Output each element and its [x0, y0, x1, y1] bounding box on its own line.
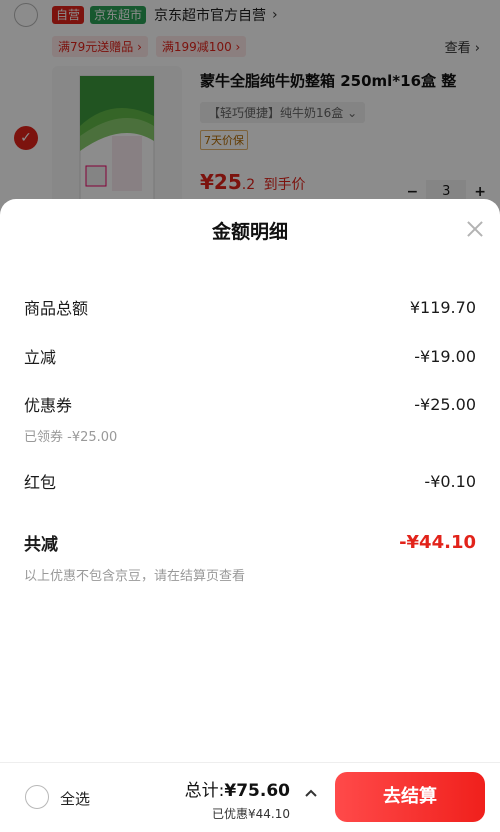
total-price: 总计:¥75.60: [185, 776, 290, 801]
total-reduce-row: 共减 -¥44.10: [24, 530, 476, 555]
saved-amount: 已优惠¥44.10: [212, 805, 290, 822]
amount-detail-sheet: 金额明细 商品总额 ¥119.70 立减 -¥19.00 优惠券 -¥25.00…: [0, 199, 500, 832]
red-packet-row: 红包 -¥0.10: [24, 469, 476, 493]
select-all-radio[interactable]: [25, 785, 49, 809]
checkout-button[interactable]: 去结算: [335, 772, 485, 822]
sheet-title: 金额明细: [211, 221, 288, 243]
instant-discount-label: 立减: [24, 348, 57, 367]
total-reduce-label: 共减: [24, 535, 58, 555]
select-all-label[interactable]: 全选: [60, 788, 90, 809]
total-reduce-value: -¥44.10: [399, 532, 476, 553]
goods-total-value: ¥119.70: [409, 297, 476, 317]
goods-total-label: 商品总额: [24, 299, 89, 318]
saved-label: 已优惠: [211, 807, 248, 821]
total-label: 总计:: [184, 781, 225, 801]
coupon-sub-note: 已领券 -¥25.00: [24, 430, 118, 445]
discount-note: 以上优惠不包含京豆，请在结算页查看: [24, 569, 246, 584]
coupon-value: -¥25.00: [414, 394, 476, 414]
red-packet-label: 红包: [24, 473, 57, 492]
saved-value: ¥44.10: [248, 807, 290, 821]
coupon-row: 优惠券 -¥25.00: [24, 392, 476, 416]
checkout-bar: 全选 总计:¥75.60 已优惠¥44.10 去结算: [0, 762, 500, 832]
total-value: ¥75.60: [224, 781, 290, 801]
instant-discount-row: 立减 -¥19.00: [24, 344, 476, 368]
instant-discount-value: -¥19.00: [414, 346, 476, 366]
red-packet-value: -¥0.10: [424, 471, 476, 491]
coupon-label: 优惠券: [24, 396, 73, 415]
chevron-up-icon[interactable]: [304, 785, 317, 797]
close-icon[interactable]: [464, 218, 486, 240]
goods-total-row: 商品总额 ¥119.70: [24, 295, 476, 319]
